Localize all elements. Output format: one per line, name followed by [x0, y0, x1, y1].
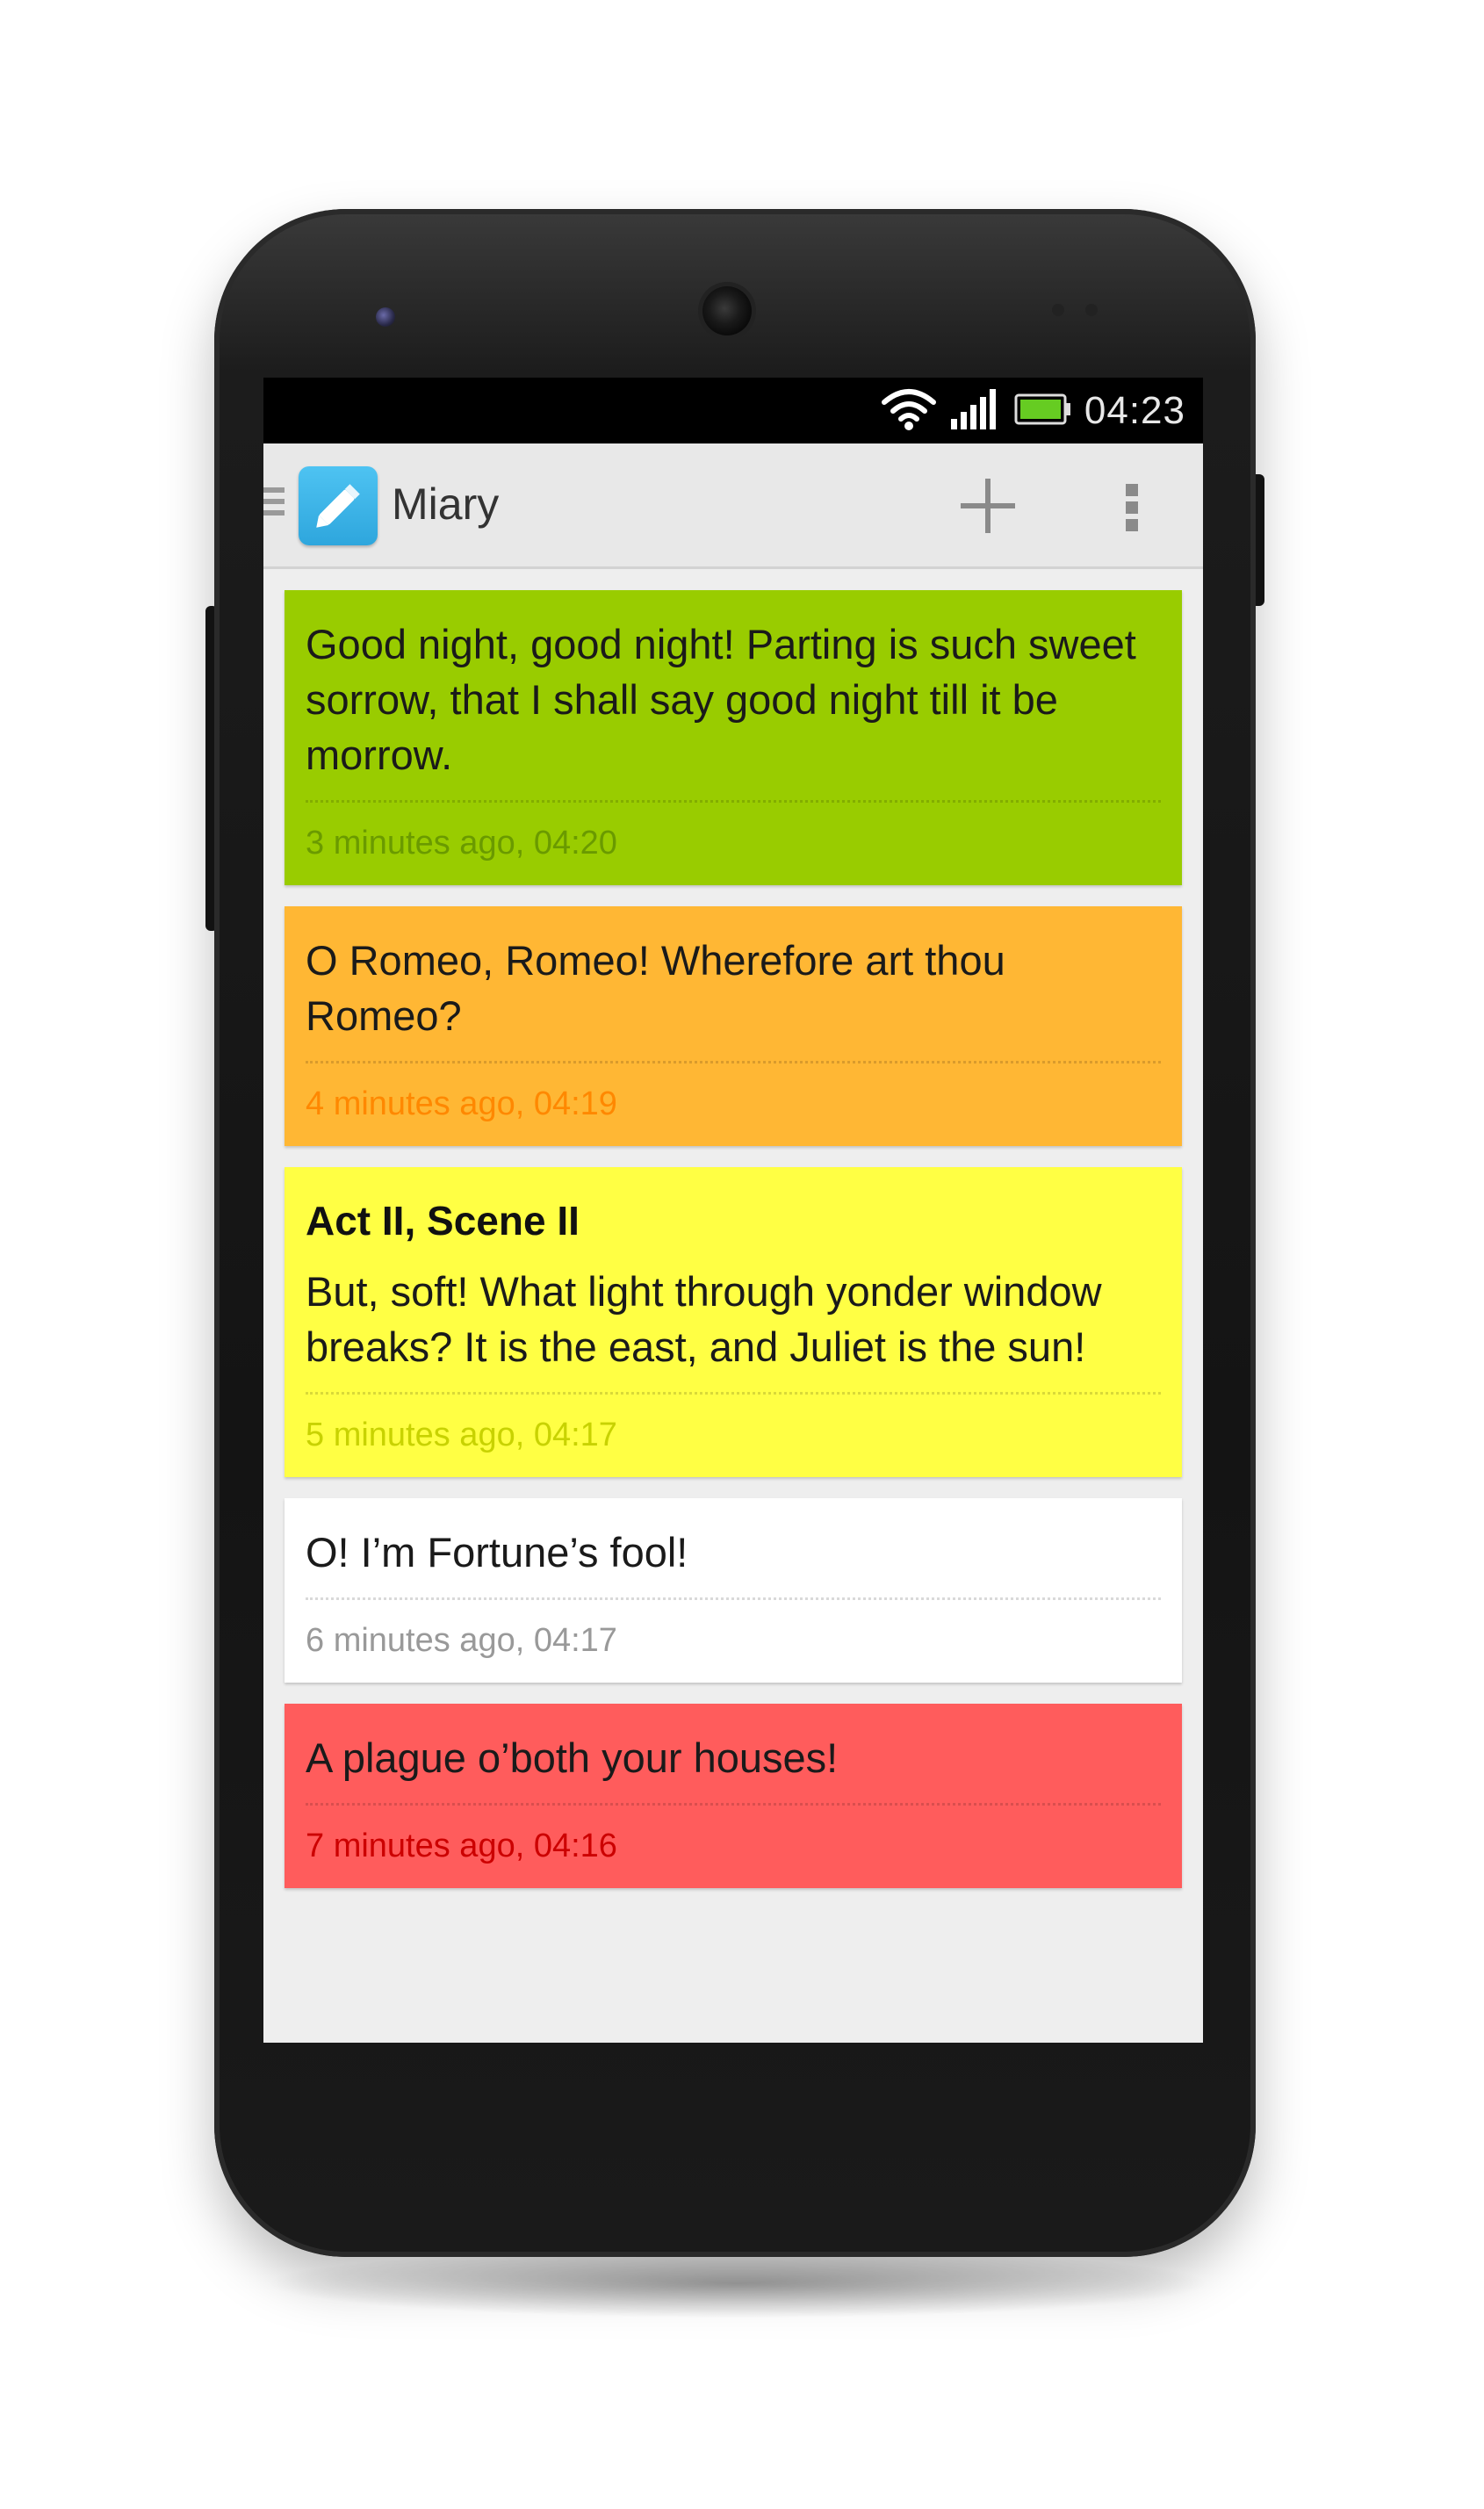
- status-icons: 04:23: [881, 385, 1185, 437]
- note-timestamp: 7 minutes ago, 04:16: [306, 1828, 617, 1864]
- app-title: Miary: [392, 479, 500, 529]
- note-timestamp: 5 minutes ago, 04:17: [306, 1417, 617, 1453]
- note-card[interactable]: Good night, good night! Parting is such …: [285, 590, 1182, 885]
- note-text: A plague o’both your houses!: [306, 1734, 839, 1781]
- note-card[interactable]: A plague o’both your houses! 7 minutes a…: [285, 1704, 1182, 1888]
- pencil-icon[interactable]: [299, 466, 378, 545]
- note-card[interactable]: O! I’m Fortune’s fool! 6 minutes ago, 04…: [285, 1498, 1182, 1683]
- note-divider: [306, 1597, 1161, 1600]
- note-timestamp: 3 minutes ago, 04:20: [306, 825, 617, 862]
- action-bar: Miary: [263, 443, 1203, 569]
- proximity-sensor: [376, 307, 395, 327]
- note-text: But, soft! What light through yonder win…: [306, 1268, 1102, 1370]
- status-bar: 04:23: [263, 378, 1203, 443]
- phone-screen: 04:23 Miary Good night, good night! Part…: [263, 378, 1203, 2043]
- note-text: O! I’m Fortune’s fool!: [306, 1529, 688, 1575]
- battery-icon: [1014, 392, 1072, 430]
- status-time: 04:23: [1084, 389, 1185, 432]
- note-divider: [306, 800, 1161, 803]
- drawer-icon[interactable]: [263, 487, 285, 523]
- note-divider: [306, 1803, 1161, 1806]
- note-card[interactable]: Act II, Scene II But, soft! What light t…: [285, 1167, 1182, 1477]
- note-text: O Romeo, Romeo! Wherefore art thou Romeo…: [306, 937, 1005, 1039]
- note-timestamp: 6 minutes ago, 04:17: [306, 1622, 617, 1659]
- light-sensor: [1085, 304, 1098, 316]
- note-text: Good night, good night! Parting is such …: [306, 621, 1136, 778]
- note-divider: [306, 1061, 1161, 1063]
- phone-shadow: [263, 2248, 1212, 2318]
- light-sensor: [1052, 304, 1064, 316]
- front-camera: [702, 286, 752, 335]
- add-icon[interactable]: [948, 466, 1027, 545]
- note-timestamp: 4 minutes ago, 04:19: [306, 1085, 617, 1122]
- note-divider: [306, 1392, 1161, 1395]
- note-card[interactable]: O Romeo, Romeo! Wherefore art thou Romeo…: [285, 906, 1182, 1146]
- cell-signal-icon: [949, 387, 1002, 435]
- note-list: Good night, good night! Parting is such …: [285, 590, 1182, 1909]
- note-title: Act II, Scene II: [306, 1198, 580, 1244]
- overflow-menu-icon[interactable]: [1105, 466, 1157, 545]
- wifi-icon: [881, 386, 937, 436]
